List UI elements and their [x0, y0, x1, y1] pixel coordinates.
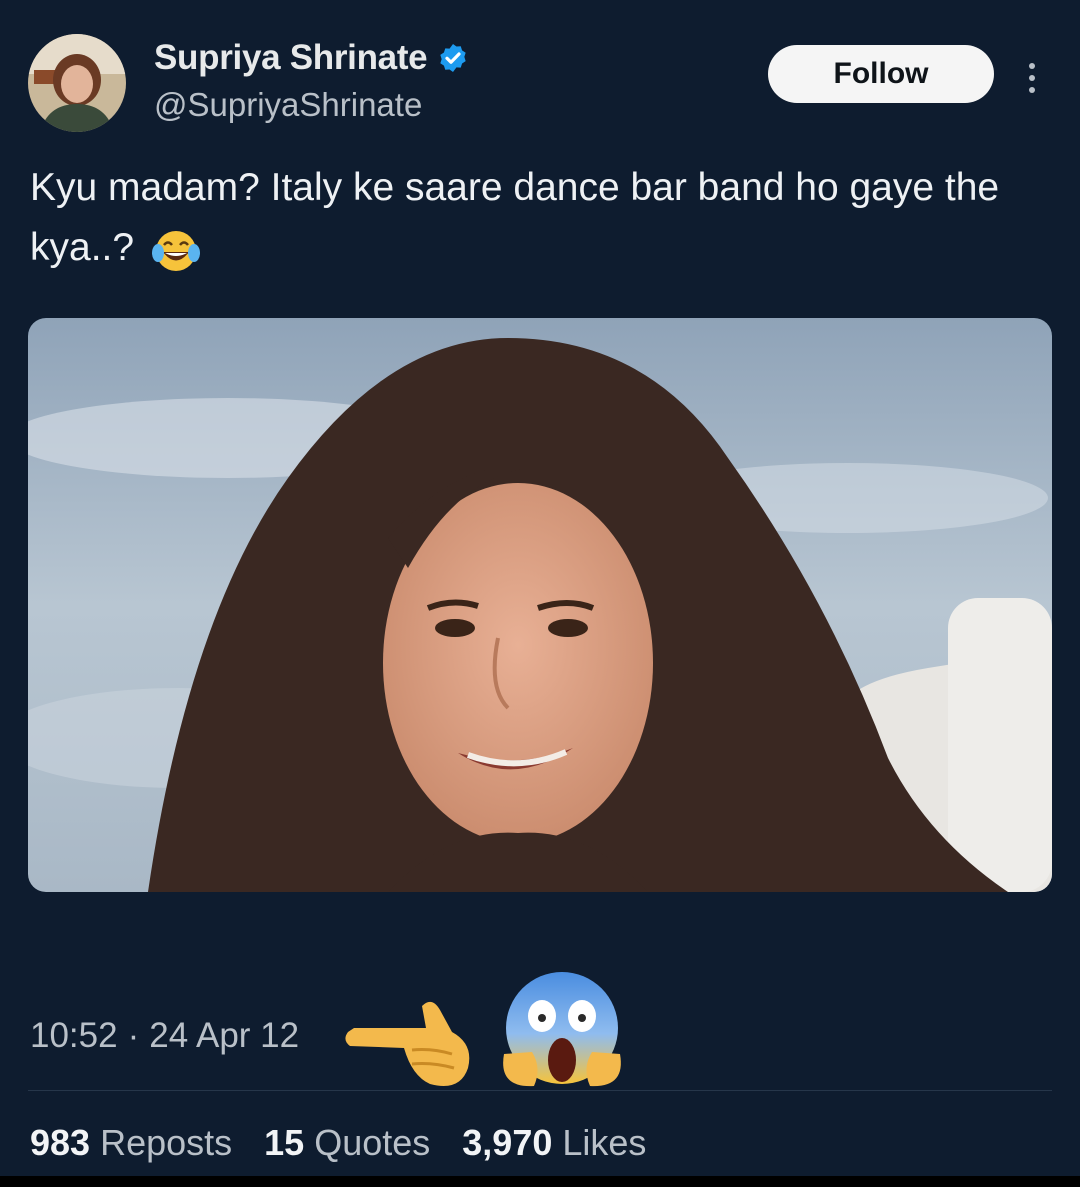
stats-divider — [28, 1090, 1052, 1091]
verified-badge-icon — [440, 44, 467, 72]
more-options-icon[interactable] — [1020, 58, 1044, 98]
author-avatar[interactable] — [28, 34, 126, 132]
likes-stat[interactable]: 3,970 Likes — [462, 1122, 646, 1164]
likes-label: Likes — [562, 1122, 647, 1163]
tweet-timestamp[interactable]: 10:52 · 24 Apr 12 — [30, 1016, 299, 1056]
author-name-row: Supriya Shrinate — [154, 38, 469, 78]
tweet-media-photo[interactable] — [28, 318, 1052, 892]
follow-button[interactable]: Follow — [768, 45, 994, 103]
tweet-screen: Supriya Shrinate @SupriyaShrinate Follow… — [0, 0, 1080, 1176]
reposts-stat[interactable]: 983 Reposts — [30, 1122, 232, 1164]
avatar-image — [28, 34, 126, 132]
face-with-tears-of-joy-icon — [151, 230, 200, 271]
tweet-text: Kyu madam? Italy ke saare dance bar band… — [30, 158, 1030, 278]
quotes-stat[interactable]: 15 Quotes — [264, 1122, 430, 1164]
author-name[interactable]: Supriya Shrinate — [154, 38, 428, 78]
tweet-header: Supriya Shrinate @SupriyaShrinate Follow — [28, 34, 1052, 134]
meta-separator: · — [127, 1016, 140, 1055]
tweet-stats: 983 Reposts 15 Quotes 3,970 Likes — [30, 1122, 646, 1164]
quotes-label: Quotes — [314, 1122, 431, 1163]
reposts-count: 983 — [30, 1122, 91, 1163]
media-image — [28, 318, 1052, 892]
likes-count: 3,970 — [462, 1122, 553, 1163]
author-handle[interactable]: @SupriyaShrinate — [154, 86, 422, 124]
quotes-count: 15 — [264, 1122, 305, 1163]
reposts-label: Reposts — [100, 1122, 233, 1163]
tweet-time: 10:52 — [30, 1016, 118, 1055]
tweet-date: 24 Apr 12 — [149, 1016, 300, 1055]
face-screaming-in-fear-icon — [503, 972, 621, 1087]
pointing-hand-icon — [345, 1001, 470, 1086]
